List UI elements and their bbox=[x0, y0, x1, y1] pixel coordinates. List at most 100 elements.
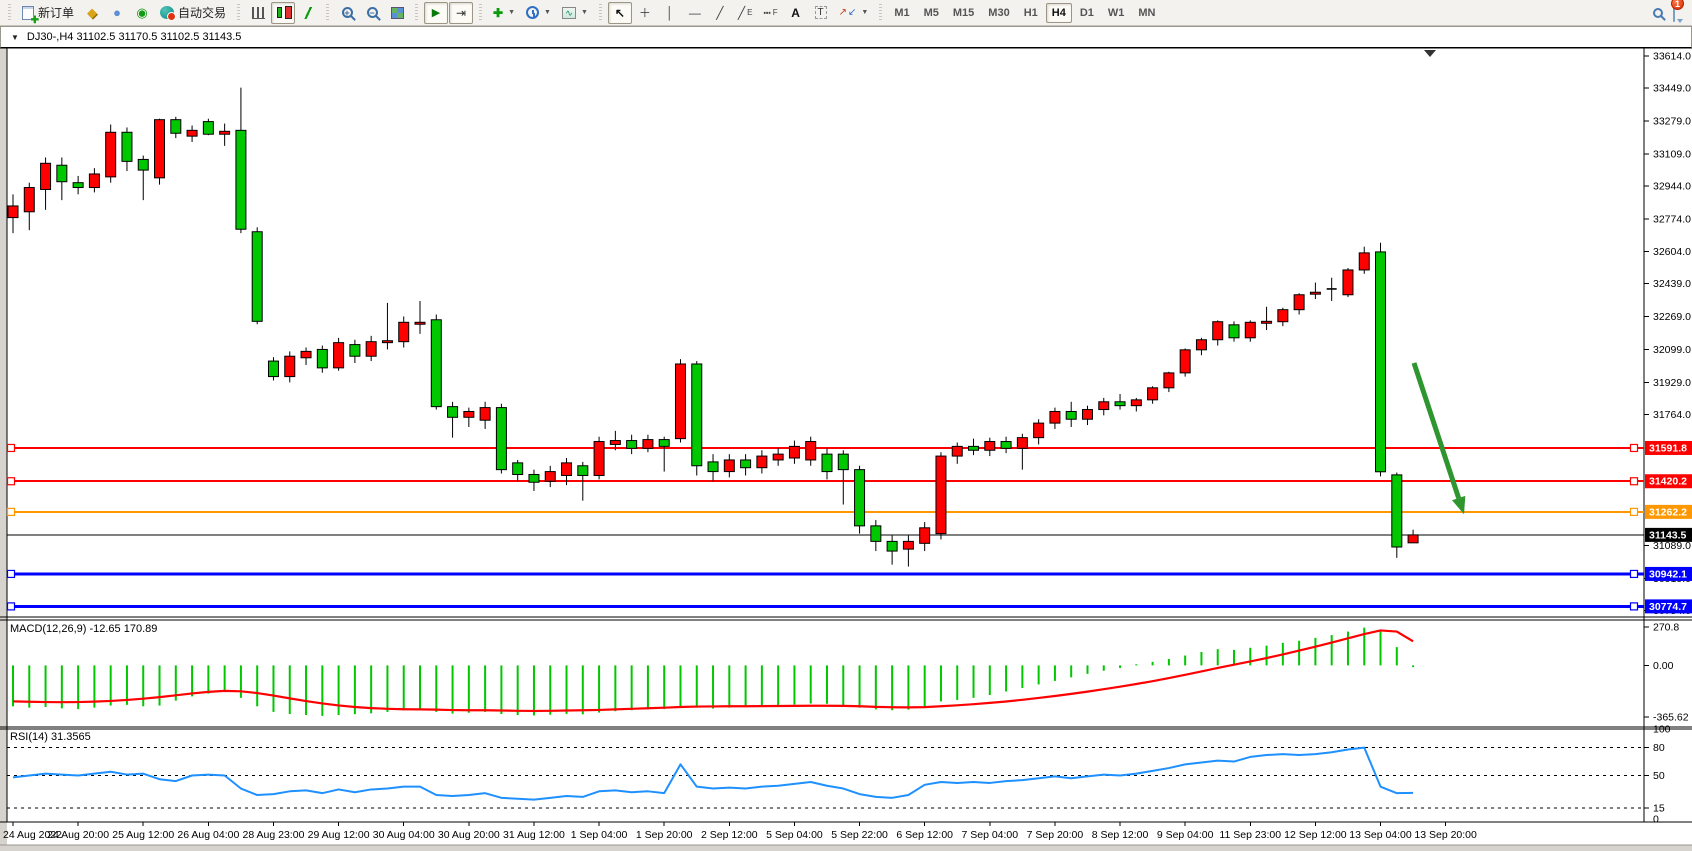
add-indicator-icon: ✚ bbox=[493, 6, 503, 20]
chevron-down-icon: ▼ bbox=[581, 9, 588, 16]
new-order-button[interactable]: 新订单 bbox=[17, 2, 79, 24]
svg-text:12 Sep 12:00: 12 Sep 12:00 bbox=[1284, 829, 1347, 841]
timeframe-group: M1M5M15M30H1H4D1W1MN bbox=[888, 3, 1161, 23]
line-handle[interactable] bbox=[1631, 570, 1638, 577]
candlestick-icon bbox=[277, 7, 282, 18]
arrows-tool-button[interactable]: ↗↙▼ bbox=[834, 2, 874, 24]
svg-text:1 Sep 20:00: 1 Sep 20:00 bbox=[636, 829, 693, 841]
toolbar-grip bbox=[877, 4, 884, 22]
zoom-out-button[interactable]: − bbox=[360, 2, 384, 24]
cursor-icon: ↖ bbox=[615, 6, 625, 20]
channel-tool-button[interactable]: ╱E bbox=[733, 2, 758, 24]
timeframe-button-H4[interactable]: H4 bbox=[1046, 3, 1072, 23]
chart-canvas[interactable]: 33614.033449.033279.033109.032944.032774… bbox=[0, 0, 1692, 851]
svg-text:270.8: 270.8 bbox=[1653, 622, 1679, 634]
crosshair-tool-button[interactable]: ＋ bbox=[633, 2, 657, 24]
svg-text:13 Sep 20:00: 13 Sep 20:00 bbox=[1414, 829, 1477, 841]
ohlc-bars-icon bbox=[252, 7, 265, 19]
svg-text:11 Sep 23:00: 11 Sep 23:00 bbox=[1219, 829, 1281, 841]
zoom-out-icon: − bbox=[367, 7, 378, 18]
horizontal-line-tool-button[interactable]: — bbox=[683, 2, 707, 24]
svg-text:30 Aug 20:00: 30 Aug 20:00 bbox=[438, 829, 500, 841]
svg-text:9 Sep 04:00: 9 Sep 04:00 bbox=[1157, 829, 1214, 841]
periods-button[interactable]: ▼ bbox=[521, 2, 556, 24]
chart-menu-icon[interactable]: ▼ bbox=[11, 33, 19, 42]
line-handle[interactable] bbox=[1631, 444, 1638, 451]
line-handle[interactable] bbox=[8, 570, 15, 577]
notifications-button[interactable]: 1 bbox=[1673, 4, 1675, 22]
chevron-down-icon: ▼ bbox=[508, 9, 515, 16]
templates-button[interactable]: ∿▼ bbox=[557, 2, 593, 24]
profile-icon: ● bbox=[113, 5, 121, 20]
channel-icon: ╱ bbox=[738, 6, 745, 20]
chart-shift-button[interactable]: ⇥ bbox=[449, 2, 473, 24]
svg-text:32269.0: 32269.0 bbox=[1653, 311, 1691, 323]
svg-text:7 Sep 04:00: 7 Sep 04:00 bbox=[961, 829, 1018, 841]
trendline-tool-button[interactable]: ╱ bbox=[708, 2, 732, 24]
mt4-application-window: 新订单 ◆ ● ◉ 自动交易 + − ▶ ⇥ ✚▼ ▼ ∿▼ ↖ ＋ │ — ╱… bbox=[0, 0, 1692, 851]
candlestick-mode-button[interactable] bbox=[271, 2, 295, 24]
search-icon[interactable] bbox=[1653, 8, 1663, 18]
timeframe-button-W1[interactable]: W1 bbox=[1102, 3, 1131, 23]
timeframe-button-M15[interactable]: M15 bbox=[947, 3, 980, 23]
toolbar-grip bbox=[413, 4, 420, 22]
line-handle[interactable] bbox=[8, 603, 15, 610]
tile-windows-button[interactable] bbox=[385, 2, 409, 24]
chevron-down-icon: ▼ bbox=[544, 9, 551, 16]
auto-scroll-button[interactable]: ▶ bbox=[424, 2, 448, 24]
indicators-button[interactable]: ✚▼ bbox=[488, 2, 520, 24]
svg-text:26 Aug 04:00: 26 Aug 04:00 bbox=[177, 829, 239, 841]
timeframe-button-D1[interactable]: D1 bbox=[1074, 3, 1100, 23]
label-tool-button[interactable]: T bbox=[809, 2, 833, 24]
text-tool-button[interactable]: A bbox=[784, 2, 808, 24]
line-handle[interactable] bbox=[8, 444, 15, 451]
signals-button[interactable]: ◉ bbox=[130, 2, 154, 24]
line-handle[interactable] bbox=[1631, 478, 1638, 485]
toolbar-grip bbox=[477, 4, 484, 22]
line-chart-mode-button[interactable] bbox=[296, 2, 320, 24]
svg-text:31764.0: 31764.0 bbox=[1653, 409, 1691, 421]
time-axis: 24 Aug 202224 Aug 20:0025 Aug 12:0026 Au… bbox=[3, 829, 1477, 841]
macd-indicator-label: MACD(12,26,9) -12.65 170.89 bbox=[10, 623, 157, 635]
zoom-in-button[interactable]: + bbox=[335, 2, 359, 24]
svg-text:100: 100 bbox=[1653, 724, 1671, 736]
chart-shift-icon: ⇥ bbox=[456, 6, 466, 20]
chevron-down-icon: ▼ bbox=[861, 9, 868, 16]
cursor-tool-button[interactable]: ↖ bbox=[608, 2, 632, 24]
auto-scroll-icon: ▶ bbox=[432, 6, 440, 19]
auto-trading-button[interactable]: 自动交易 bbox=[155, 2, 231, 24]
timeframe-button-M30[interactable]: M30 bbox=[982, 3, 1015, 23]
accounts-button[interactable]: ● bbox=[105, 2, 129, 24]
svg-text:32604.0: 32604.0 bbox=[1653, 246, 1691, 258]
bar-chart-mode-button[interactable] bbox=[246, 2, 270, 24]
svg-text:32439.0: 32439.0 bbox=[1653, 278, 1691, 290]
svg-text:33449.0: 33449.0 bbox=[1653, 82, 1691, 94]
chart-titlebar: ▼ DJ30-,H4 31102.5 31170.5 31102.5 31143… bbox=[0, 26, 1692, 48]
timeframe-button-M5[interactable]: M5 bbox=[918, 3, 945, 23]
fibonacci-icon: ┅ bbox=[763, 6, 770, 20]
crosshair-icon: ＋ bbox=[639, 4, 651, 21]
svg-text:31262.2: 31262.2 bbox=[1649, 506, 1687, 518]
line-handle[interactable] bbox=[1631, 508, 1638, 515]
line-handle[interactable] bbox=[8, 478, 15, 485]
auto-trading-icon bbox=[160, 6, 174, 19]
timeframe-button-MN[interactable]: MN bbox=[1132, 3, 1161, 23]
price-badge-31143.5: 31143.5 bbox=[1645, 528, 1692, 542]
timeframe-button-M1[interactable]: M1 bbox=[888, 3, 915, 23]
arrows-icon: ↗ bbox=[839, 7, 847, 18]
price-badge-31420.2: 31420.2 bbox=[1645, 474, 1692, 488]
timeframe-button-H1[interactable]: H1 bbox=[1018, 3, 1044, 23]
vertical-line-icon: │ bbox=[666, 6, 674, 20]
line-handle[interactable] bbox=[1631, 603, 1638, 610]
svg-text:13 Sep 04:00: 13 Sep 04:00 bbox=[1349, 829, 1412, 841]
fibonacci-tool-button[interactable]: ┅F bbox=[758, 2, 782, 24]
svg-text:7 Sep 20:00: 7 Sep 20:00 bbox=[1027, 829, 1084, 841]
gold-icon: ◆ bbox=[87, 5, 97, 21]
svg-text:5 Sep 04:00: 5 Sep 04:00 bbox=[766, 829, 823, 841]
svg-text:50: 50 bbox=[1653, 770, 1665, 782]
toolbar-grip bbox=[597, 4, 604, 22]
vertical-line-tool-button[interactable]: │ bbox=[658, 2, 682, 24]
market-watch-button[interactable]: ◆ bbox=[80, 2, 104, 24]
line-handle[interactable] bbox=[8, 508, 15, 515]
chart-title: DJ30-,H4 31102.5 31170.5 31102.5 31143.5 bbox=[27, 31, 241, 43]
